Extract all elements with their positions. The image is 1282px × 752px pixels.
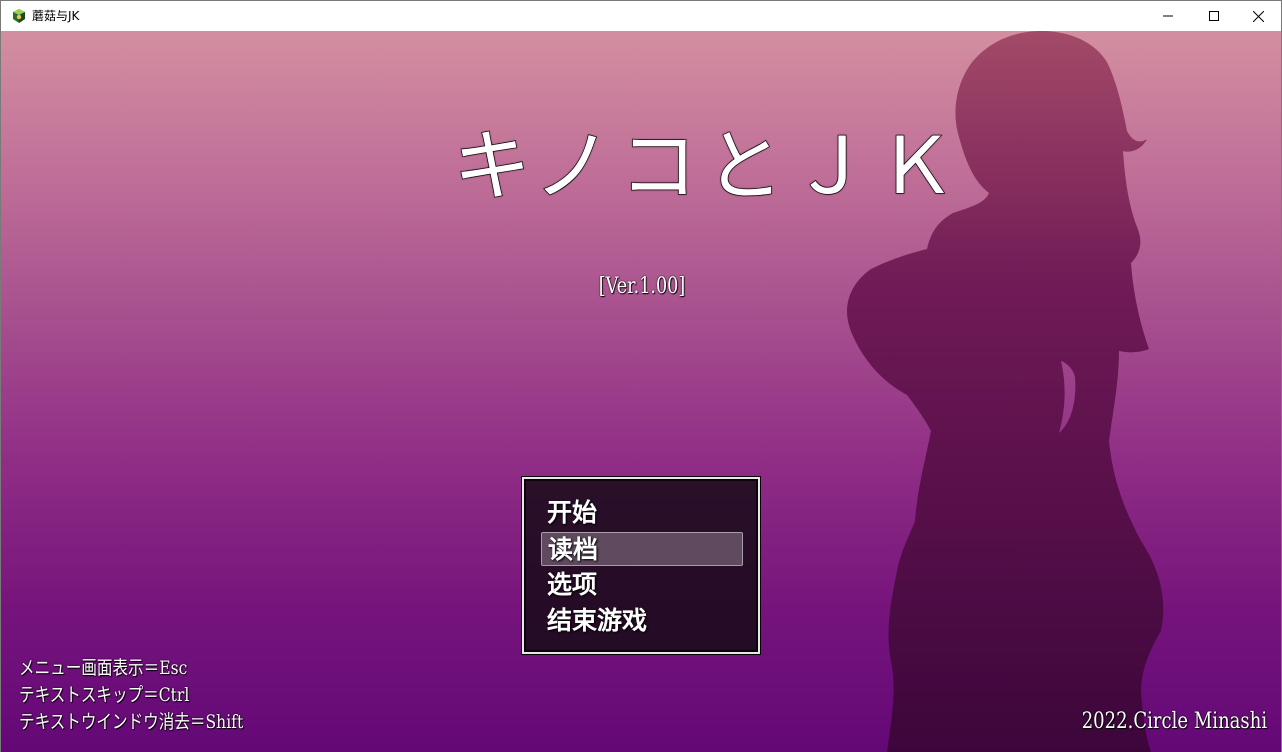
hint-menu: メニュー画面表示＝Esc [19, 657, 188, 679]
game-title: キノコとＪＫ [452, 121, 964, 213]
maximize-button[interactable] [1191, 1, 1237, 31]
menu-item-load[interactable]: 读档 [541, 532, 743, 566]
window-title: 蘑菇与JK [32, 9, 80, 23]
hint-hide-window: テキストウインドウ消去＝Shift [19, 711, 244, 733]
title-menu: 开始 读档 选项 结束游戏 [522, 477, 760, 654]
hint-skip: テキストスキップ＝Ctrl [19, 684, 190, 706]
minimize-icon [1163, 11, 1173, 21]
close-icon [1252, 10, 1264, 22]
minimize-button[interactable] [1145, 1, 1191, 31]
menu-item-options[interactable]: 选项 [541, 568, 743, 602]
close-button[interactable] [1235, 1, 1281, 31]
maximize-icon [1209, 11, 1219, 21]
control-hints: メニュー画面表示＝Esc テキストスキップ＝Ctrl テキストウインドウ消去＝S… [19, 655, 292, 736]
copyright-label: 2022.Circle Minashi [1081, 709, 1267, 734]
menu-item-start[interactable]: 开始 [541, 496, 743, 530]
version-label: [Ver.1.00] [598, 274, 686, 299]
app-game-icon [11, 8, 27, 24]
menu-item-exit[interactable]: 结束游戏 [541, 604, 743, 638]
window-titlebar[interactable]: 蘑菇与JK [1, 1, 1281, 31]
game-window: 蘑菇与JK キノコとＪＫ [Ver.1.00] 开始 读档 选项 结束游戏 メニ… [0, 0, 1282, 752]
game-screen[interactable]: キノコとＪＫ [Ver.1.00] 开始 读档 选项 结束游戏 メニュー画面表示… [1, 31, 1281, 752]
